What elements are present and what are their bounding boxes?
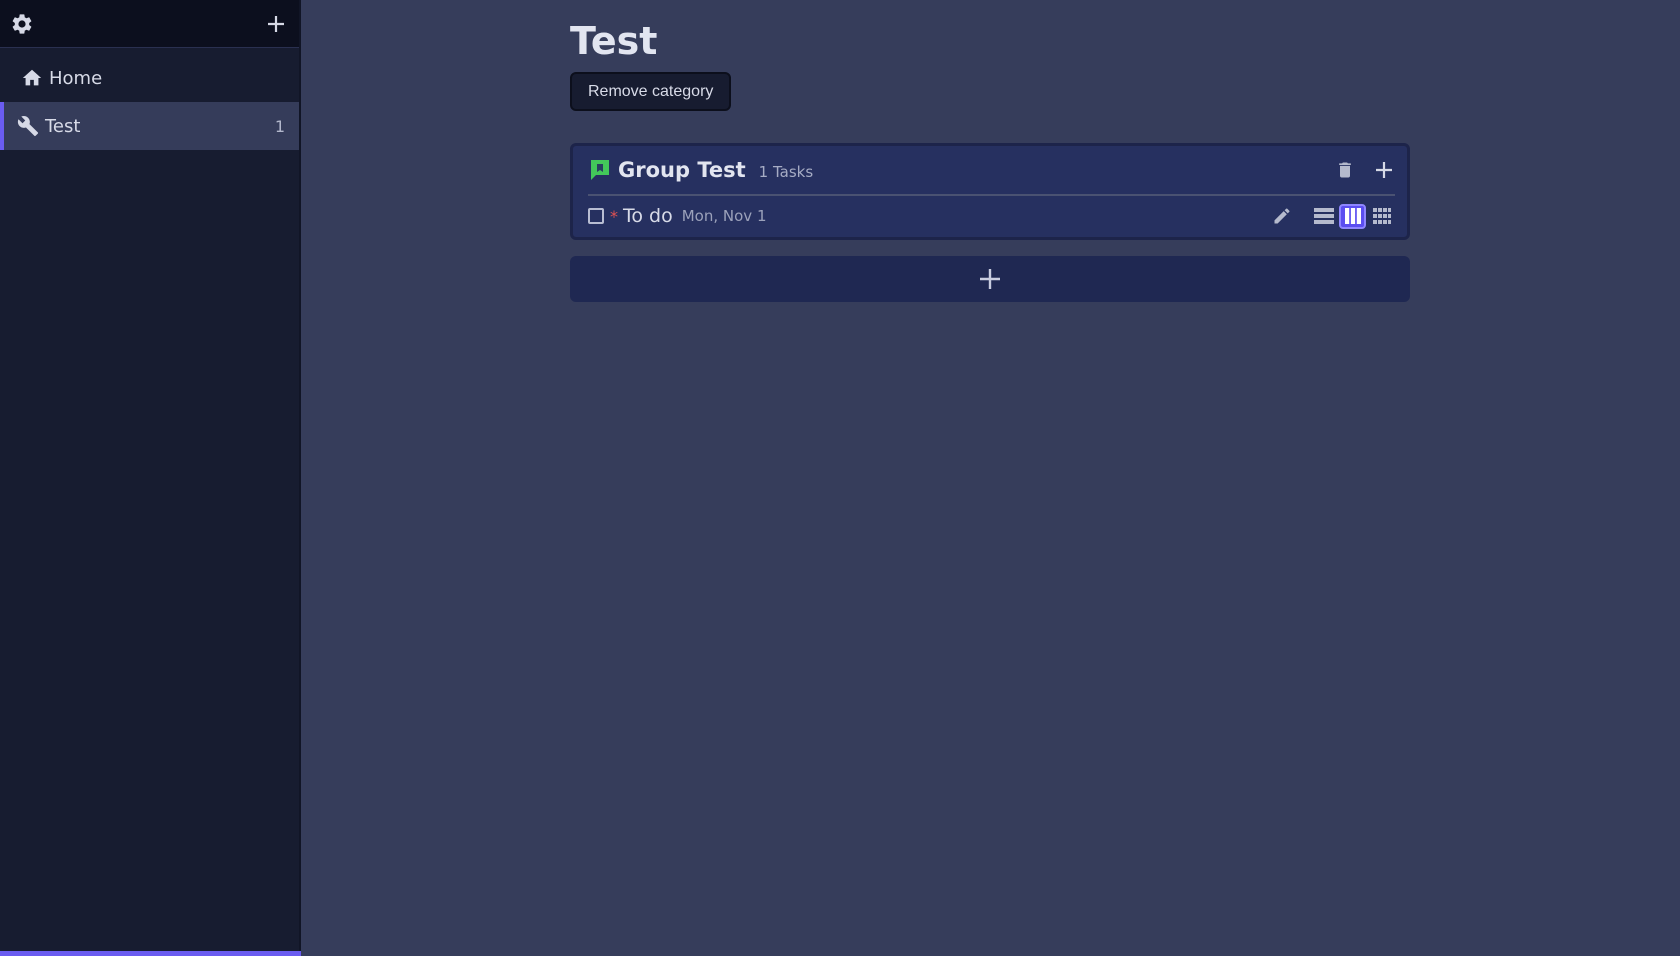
- group-task-count: 1 Tasks: [758, 163, 814, 181]
- task-actions: [1272, 203, 1395, 229]
- wrench-icon: [17, 115, 39, 137]
- group-flag-icon: [588, 158, 612, 182]
- group-title[interactable]: Group Test: [618, 158, 746, 182]
- home-icon: [21, 67, 43, 89]
- sidebar-item-label: Home: [49, 67, 103, 89]
- page-title: Test: [570, 19, 658, 63]
- sidebar-item-home[interactable]: Home: [0, 54, 299, 102]
- pencil-icon[interactable]: [1272, 206, 1292, 226]
- priority-marker: *: [610, 206, 618, 226]
- group-actions: [1335, 159, 1395, 181]
- gear-icon[interactable]: [10, 12, 34, 36]
- sidebar-item-test[interactable]: Test 1: [0, 102, 299, 150]
- trash-icon[interactable]: [1335, 159, 1355, 181]
- view-mode-toggle: [1310, 203, 1395, 229]
- add-category-button[interactable]: [265, 13, 287, 35]
- task-title[interactable]: To do: [623, 205, 673, 227]
- sidebar-item-label: Test: [45, 115, 81, 137]
- task-checkbox[interactable]: [588, 208, 604, 224]
- column-view-icon[interactable]: [1339, 203, 1366, 229]
- category-page: Test Remove category Group Test 1 Tasks: [570, 0, 1410, 302]
- group-header: Group Test 1 Tasks: [588, 146, 1395, 196]
- plus-icon: [980, 269, 1000, 289]
- category-nav: Home Test 1: [0, 48, 299, 150]
- add-group-button[interactable]: [570, 256, 1410, 302]
- sidebar: Home Test 1: [0, 0, 301, 956]
- task-count-badge: 1: [274, 116, 285, 136]
- plus-icon: [268, 15, 284, 32]
- task-row: * To do Mon, Nov 1: [588, 196, 1395, 236]
- grid-view-icon[interactable]: [1368, 204, 1395, 229]
- plus-icon: [1376, 162, 1392, 178]
- list-view-icon[interactable]: [1310, 204, 1337, 229]
- sidebar-toolbar: [0, 0, 299, 48]
- add-task-button[interactable]: [1373, 159, 1395, 181]
- sidebar-accent-bar: [0, 951, 301, 956]
- app-root: Home Test 1 Test Remove category Group T…: [0, 0, 1680, 956]
- remove-category-button[interactable]: Remove category: [570, 72, 732, 111]
- task-date: Mon, Nov 1: [681, 207, 767, 225]
- task-group: Group Test 1 Tasks * To do Mon, Nov 1: [570, 143, 1410, 240]
